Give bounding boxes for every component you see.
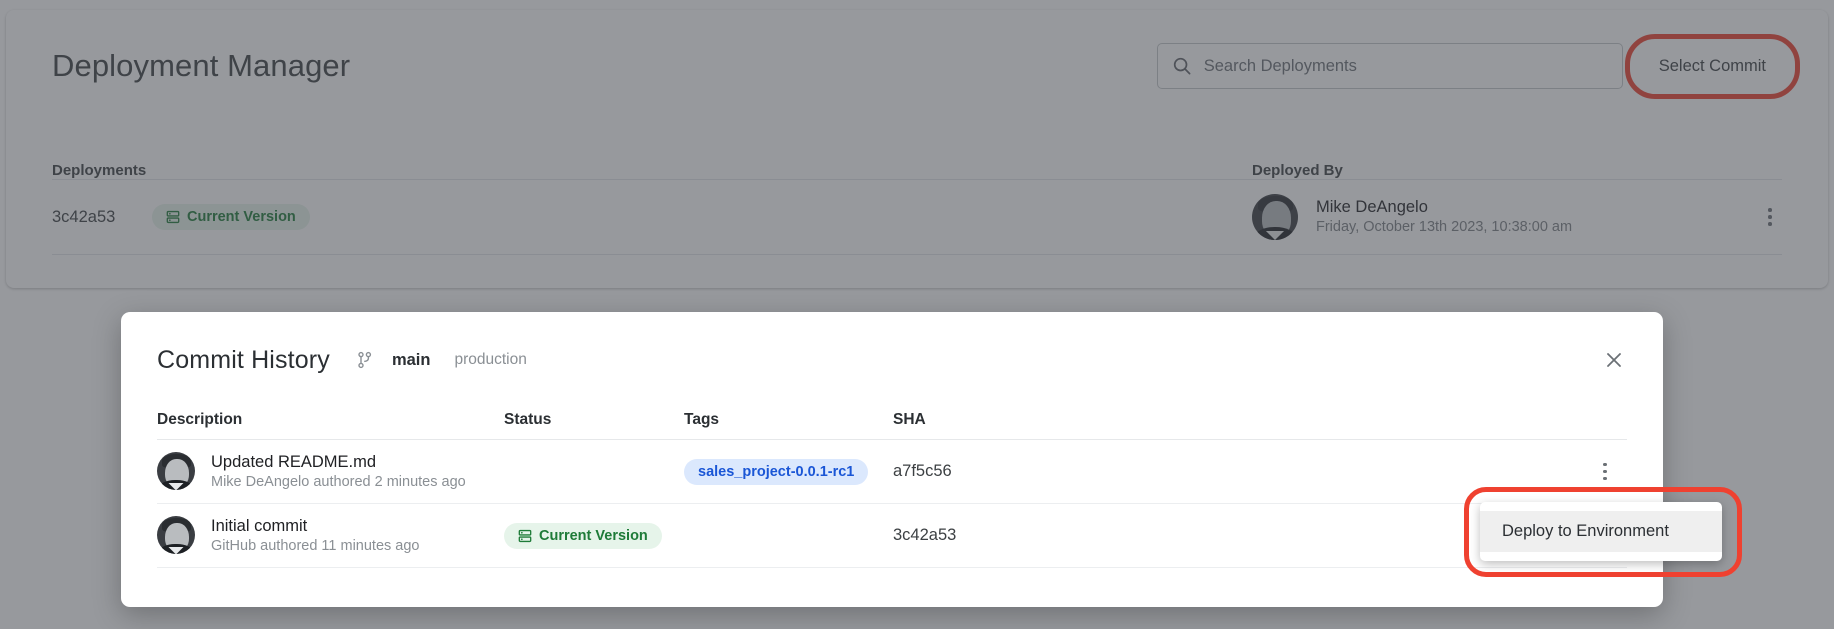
avatar — [157, 452, 195, 490]
commit-sha-cell: a7f5c56 — [893, 462, 1133, 481]
tag-badge-label: sales_project-0.0.1-rc1 — [698, 464, 854, 480]
commit-tags-cell: sales_project-0.0.1-rc1 — [684, 459, 893, 485]
status-badge: Current Version — [504, 523, 662, 549]
modal-title: Commit History — [157, 346, 330, 375]
environment-name: production — [454, 351, 526, 369]
avatar — [157, 516, 195, 554]
branch-name[interactable]: main — [392, 351, 431, 370]
modal-header: Commit History main production — [121, 312, 1663, 382]
server-icon — [518, 529, 532, 543]
menu-item-deploy-to-environment[interactable]: Deploy to Environment — [1480, 511, 1722, 552]
app-root: Deployment Manager Select Commit — [0, 0, 1834, 629]
commit-meta: Mike DeAngelo authored 2 minutes ago — [211, 473, 466, 493]
commit-history-modal: Commit History main production — [121, 312, 1663, 607]
git-branch-icon — [356, 351, 374, 369]
commit-sha-cell: 3c42a53 — [893, 526, 1133, 545]
commit-sha: a7f5c56 — [893, 462, 952, 480]
commit-text: Updated README.md Mike DeAngelo authored… — [211, 451, 466, 493]
column-header-sha: SHA — [893, 411, 1133, 429]
commit-text: Initial commit GitHub authored 11 minute… — [211, 515, 420, 557]
commit-status-cell: Current Version — [504, 523, 684, 549]
commit-actions-cell — [1133, 460, 1627, 484]
commit-description-cell: Initial commit GitHub authored 11 minute… — [157, 515, 504, 557]
close-icon[interactable] — [1601, 347, 1627, 373]
commit-table-header: Description Status Tags SHA — [157, 406, 1627, 440]
column-header-status: Status — [504, 411, 684, 429]
status-badge-label: Current Version — [539, 528, 648, 544]
context-menu: Deploy to Environment — [1480, 502, 1722, 561]
kebab-menu-icon[interactable] — [1593, 460, 1617, 484]
commit-message: Initial commit — [211, 515, 420, 537]
commit-history-table: Description Status Tags SHA Updated READ… — [121, 406, 1663, 568]
commit-meta: GitHub authored 11 minutes ago — [211, 537, 420, 557]
tag-badge[interactable]: sales_project-0.0.1-rc1 — [684, 459, 868, 485]
table-row[interactable]: Initial commit GitHub authored 11 minute… — [157, 504, 1627, 568]
commit-message: Updated README.md — [211, 451, 466, 473]
commit-description-cell: Updated README.md Mike DeAngelo authored… — [157, 451, 504, 493]
commit-sha: 3c42a53 — [893, 526, 956, 544]
table-row[interactable]: Updated README.md Mike DeAngelo authored… — [157, 440, 1627, 504]
column-header-description: Description — [157, 411, 504, 429]
column-header-tags: Tags — [684, 411, 893, 429]
